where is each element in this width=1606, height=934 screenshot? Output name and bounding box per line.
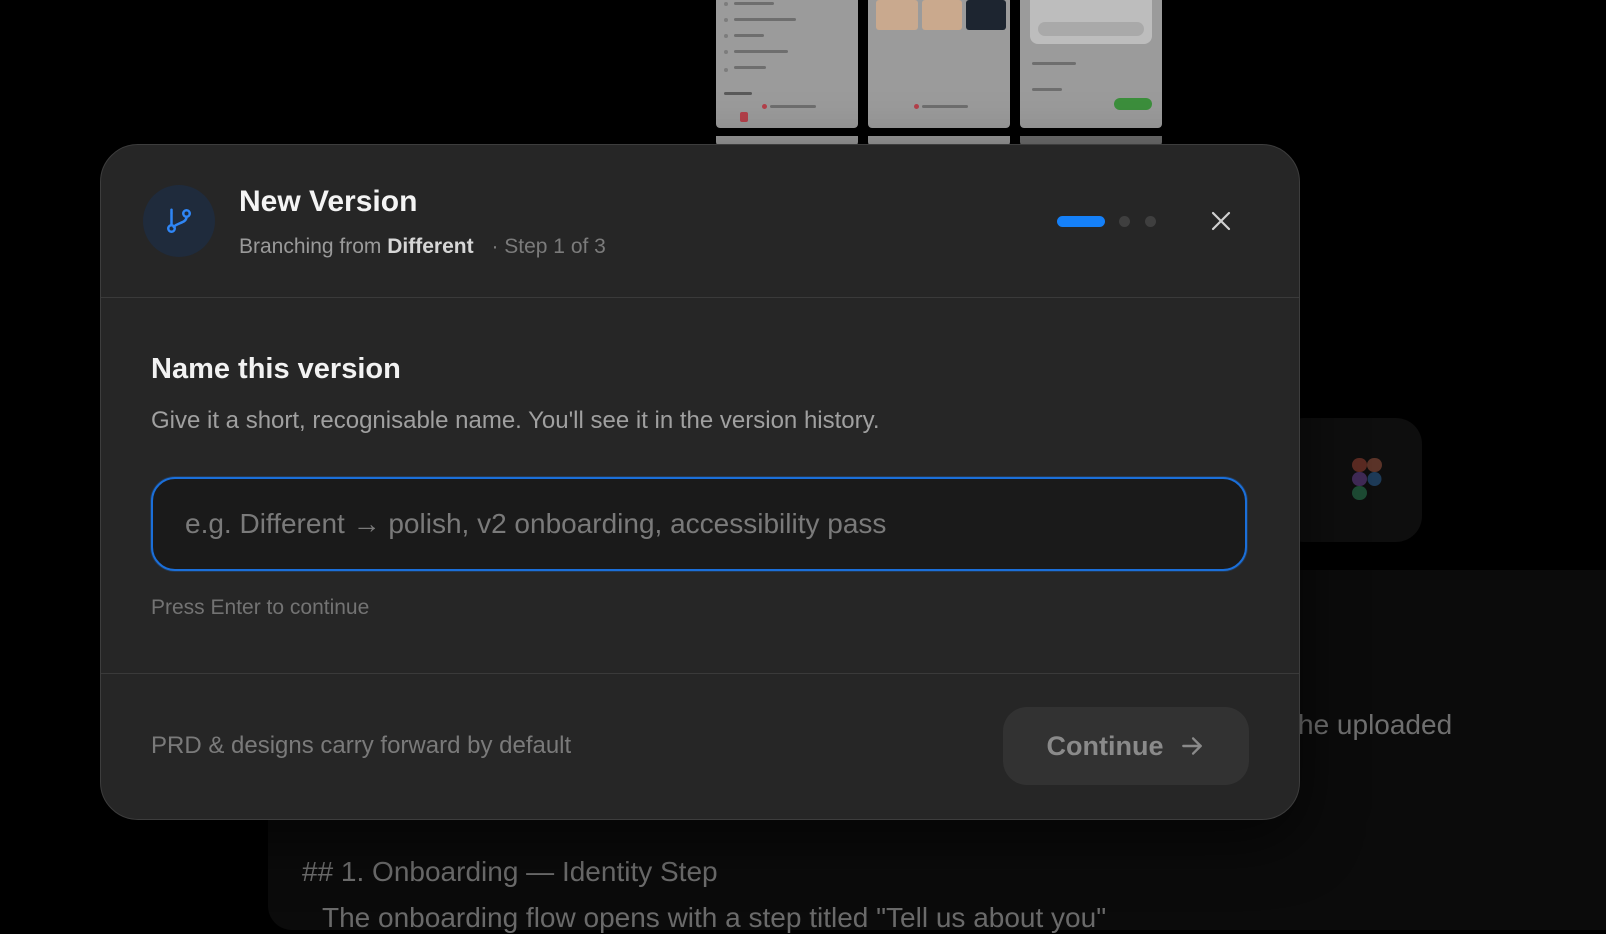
thumb-row-text <box>734 50 788 53</box>
design-thumbnail[interactable] <box>716 0 858 128</box>
source-version-name: Different <box>387 235 473 258</box>
design-thumbnails <box>716 0 1164 142</box>
enter-hint: Press Enter to continue <box>151 596 369 620</box>
section-description: Give it a short, recognisable name. You'… <box>151 407 880 435</box>
branch-icon <box>164 206 194 236</box>
thumb-row-icon <box>724 34 728 38</box>
thumb-photo <box>876 0 918 30</box>
thumb-photo <box>966 0 1006 30</box>
thumb-row-icon <box>724 2 728 6</box>
thumb-row-text <box>734 66 766 69</box>
dialog-header: New Version Branching from Different · S… <box>101 145 1299 298</box>
branch-badge <box>143 185 215 257</box>
design-thumbnail[interactable] <box>868 0 1010 128</box>
step-indicator-text: · Step 1 of 3 <box>491 235 605 258</box>
thumb-green-button <box>1114 98 1152 110</box>
continue-label: Continue <box>1047 731 1164 762</box>
version-name-input[interactable] <box>151 477 1247 571</box>
doc-section-heading: ## 1. Onboarding — Identity Step <box>302 856 718 888</box>
thumb-section-title <box>724 92 752 95</box>
thumb-pill <box>1038 22 1144 36</box>
step-progress <box>1057 214 1167 228</box>
doc-paragraph: The onboarding flow opens with a step ti… <box>322 902 1106 934</box>
step-3-indicator <box>1145 216 1156 227</box>
thumb-row-text <box>770 105 816 108</box>
close-button[interactable] <box>1203 203 1239 239</box>
section-title: Name this version <box>151 353 401 386</box>
thumb-row-text <box>1032 62 1076 65</box>
thumb-row-text <box>1032 88 1062 91</box>
step-2-indicator <box>1119 216 1130 227</box>
thumb-photo <box>922 0 962 30</box>
thumb-red-dot <box>914 104 919 109</box>
continue-button[interactable]: Continue <box>1003 707 1249 785</box>
close-icon <box>1209 209 1233 233</box>
arrow-right-icon <box>1179 733 1205 759</box>
dialog-subtitle: Branching from Different · Step 1 of 3 <box>239 235 606 259</box>
thumb-row-text <box>734 18 796 21</box>
figma-icon <box>1352 458 1382 500</box>
step-1-indicator <box>1057 216 1105 227</box>
thumb-row-icon <box>724 50 728 54</box>
thumb-red-mark <box>740 112 748 122</box>
thumb-row-text <box>922 105 968 108</box>
thumb-row-icon <box>724 18 728 22</box>
thumb-red-dot <box>762 104 767 109</box>
doc-partial-text: he uploaded <box>1298 709 1452 741</box>
thumb-row-text <box>734 2 774 5</box>
thumb-row-icon <box>724 68 728 72</box>
thumb-row-text <box>734 34 764 37</box>
design-thumbnail[interactable] <box>1020 0 1162 128</box>
dialog-footer: PRD & designs carry forward by default C… <box>101 673 1299 820</box>
carry-forward-note: PRD & designs carry forward by default <box>151 732 571 760</box>
new-version-dialog: New Version Branching from Different · S… <box>100 144 1300 820</box>
dialog-title: New Version <box>239 185 417 219</box>
subtitle-prefix: Branching from <box>239 235 381 258</box>
